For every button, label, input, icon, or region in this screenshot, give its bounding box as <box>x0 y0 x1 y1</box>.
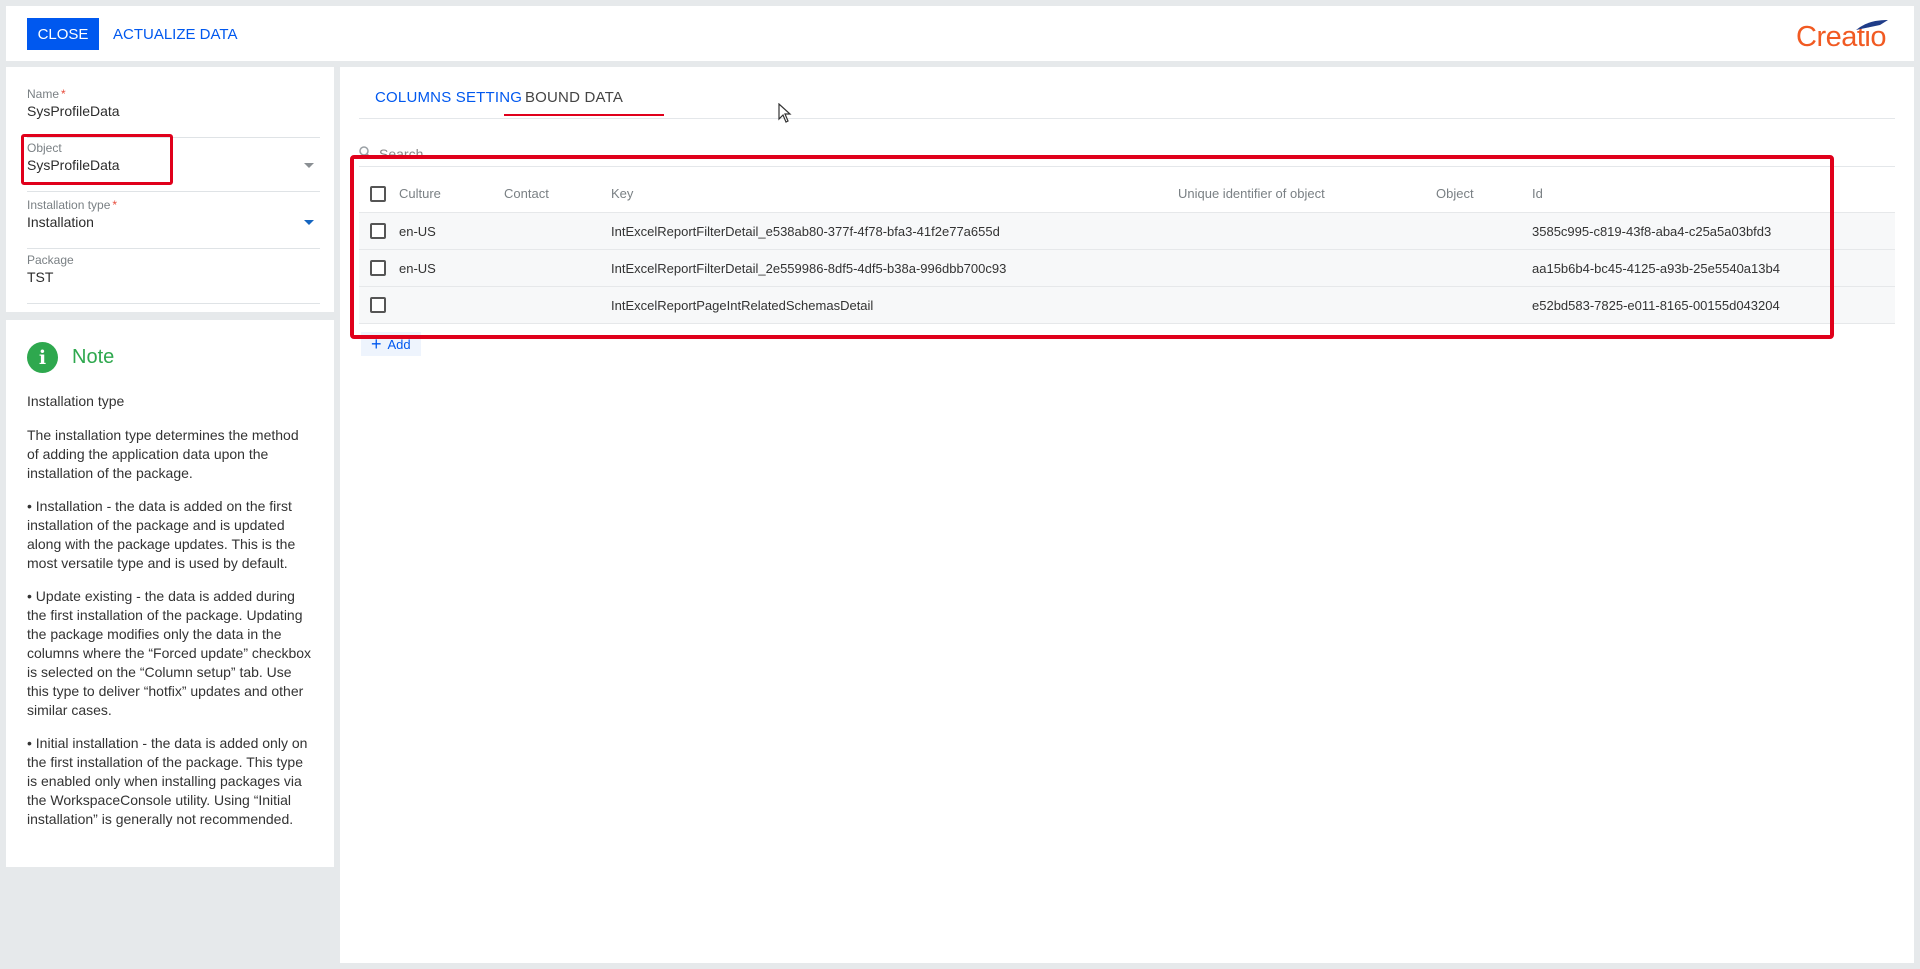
add-button[interactable]: + Add <box>361 332 421 356</box>
cell-key: IntExcelReportFilterDetail_e538ab80-377f… <box>611 223 1000 239</box>
schema-properties-panel: Name * SysProfileData Object SysProfileDa… <box>6 67 334 312</box>
installation-type-value: Installation <box>27 214 94 230</box>
chevron-down-icon[interactable] <box>304 220 314 225</box>
name-field[interactable]: Name * SysProfileData <box>27 87 320 138</box>
cell-key: IntExcelReportPageIntRelatedSchemasDetai… <box>611 297 874 313</box>
installation-type-label: Installation type * <box>27 198 118 212</box>
actualize-data-button[interactable]: ACTUALIZE DATA <box>113 18 237 50</box>
active-tab-indicator <box>504 114 664 116</box>
grid-header-row: Culture Contact Key Unique identifier of… <box>359 175 1895 213</box>
add-button-label: Add <box>387 336 411 352</box>
search-input[interactable] <box>379 143 1179 165</box>
cell-id: e52bd583-7825-e011-8165-00155d043204 <box>1532 297 1780 313</box>
chevron-down-icon[interactable] <box>304 163 314 168</box>
close-button[interactable]: CLOSE <box>27 18 99 50</box>
main-panel: COLUMNS SETTING BOUND DATA Culture Conta… <box>340 67 1914 963</box>
column-header-unique-identifier[interactable]: Unique identifier of object <box>1178 175 1325 212</box>
note-paragraph: • Update existing - the data is added du… <box>27 588 312 718</box>
note-paragraph: • Initial installation - the data is add… <box>27 735 308 827</box>
tab-bar: COLUMNS SETTING BOUND DATA <box>359 67 1895 119</box>
info-icon: i <box>27 342 58 373</box>
note-paragraph: The installation type determines the met… <box>27 427 299 481</box>
column-header-key[interactable]: Key <box>611 175 633 212</box>
select-all-checkbox[interactable] <box>370 185 386 202</box>
column-header-contact[interactable]: Contact <box>504 175 549 212</box>
note-title: Note <box>72 346 115 368</box>
bound-data-grid: Culture Contact Key Unique identifier of… <box>359 175 1895 324</box>
row-checkbox[interactable] <box>370 223 386 239</box>
package-field[interactable]: Package TST <box>27 253 320 304</box>
note-paragraph: • Installation - the data is added on th… <box>27 498 296 571</box>
cell-key: IntExcelReportFilterDetail_2e559986-8df5… <box>611 260 1007 276</box>
package-label: Package <box>27 253 74 267</box>
creatio-logo: Creatio <box>1796 20 1888 54</box>
search-bar <box>359 143 1895 167</box>
row-checkbox[interactable] <box>370 260 386 276</box>
installation-type-field[interactable]: Installation type * Installation <box>27 198 320 249</box>
package-value: TST <box>27 269 54 285</box>
mouse-cursor-icon <box>778 103 792 123</box>
logo-swoosh-icon <box>1856 20 1888 30</box>
object-field-highlight <box>21 134 173 185</box>
note-header: i Note <box>27 342 313 373</box>
table-row[interactable]: IntExcelReportPageIntRelatedSchemasDetai… <box>359 287 1895 324</box>
plus-icon: + <box>371 334 382 354</box>
name-value: SysProfileData <box>27 103 120 119</box>
note-subtitle: Installation type <box>27 393 125 409</box>
cell-culture: en-US <box>399 223 436 239</box>
note-panel: i Note Installation type The installatio… <box>6 320 334 867</box>
column-header-object[interactable]: Object <box>1436 175 1474 212</box>
column-header-culture[interactable]: Culture <box>399 175 441 212</box>
cell-id: 3585c995-c819-43f8-aba4-c25a5a03bfd3 <box>1532 223 1772 239</box>
cell-id: aa15b6b4-bc45-4125-a93b-25e5540a13b4 <box>1532 260 1780 276</box>
name-label: Name * <box>27 87 66 101</box>
tab-bound-data[interactable]: BOUND DATA <box>494 89 654 106</box>
table-row[interactable]: en-US IntExcelReportFilterDetail_e538ab8… <box>359 213 1895 250</box>
column-header-id[interactable]: Id <box>1532 175 1543 212</box>
search-icon <box>359 146 372 159</box>
top-toolbar: CLOSE ACTUALIZE DATA Creatio <box>6 6 1914 61</box>
table-row[interactable]: en-US IntExcelReportFilterDetail_2e55998… <box>359 250 1895 287</box>
row-checkbox[interactable] <box>370 297 386 313</box>
cell-culture: en-US <box>399 260 436 276</box>
